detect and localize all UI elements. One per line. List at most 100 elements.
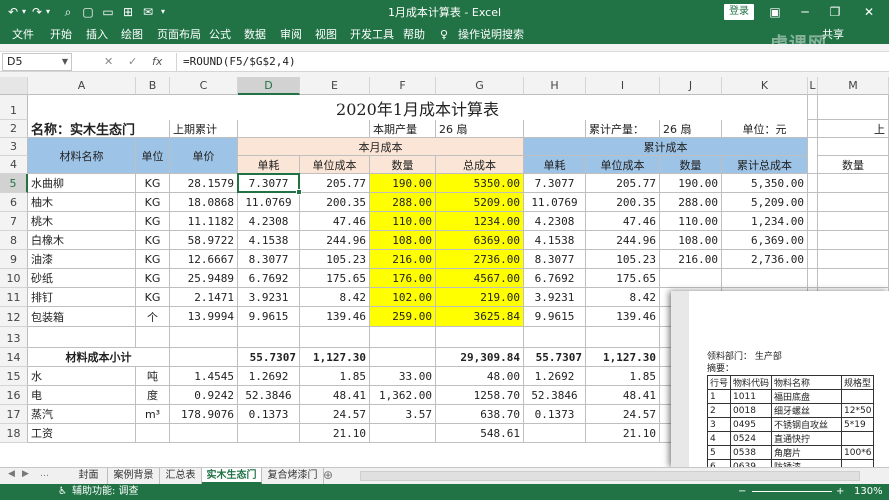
subtotal-unit-cost[interactable]: 1,127.30 bbox=[300, 348, 370, 367]
consumption-cell[interactable]: 6.7692 bbox=[238, 269, 300, 288]
qty-cell[interactable]: 288.00 bbox=[370, 193, 436, 212]
unit-cell[interactable]: KG bbox=[136, 193, 170, 212]
header-cum-cost[interactable]: 累计成本 bbox=[524, 138, 808, 156]
cell[interactable] bbox=[808, 95, 818, 120]
row-header-18[interactable]: 18 bbox=[0, 424, 28, 443]
cell[interactable] bbox=[818, 269, 889, 288]
cell[interactable] bbox=[586, 327, 660, 348]
material-name-cell[interactable]: 包装箱 bbox=[28, 307, 136, 327]
add-sheet-icon[interactable]: ⊕ bbox=[323, 468, 333, 482]
cum-consumption-cell[interactable]: 9.9615 bbox=[524, 307, 586, 327]
zoom-in-button[interactable]: + bbox=[836, 485, 844, 499]
cum-output-label[interactable]: 累计产量： bbox=[586, 120, 660, 138]
tab-formulas[interactable]: 公式 bbox=[209, 27, 231, 43]
unit-cell[interactable]: 个 bbox=[136, 307, 170, 327]
select-all-corner[interactable] bbox=[0, 77, 28, 95]
cell[interactable] bbox=[808, 212, 818, 231]
subtotal-cum-consumption[interactable]: 55.7307 bbox=[524, 348, 586, 367]
cum-unit-cost-cell[interactable]: 24.57 bbox=[586, 405, 660, 424]
cell[interactable] bbox=[818, 250, 889, 269]
cell[interactable] bbox=[808, 269, 818, 288]
row-header-16[interactable]: 16 bbox=[0, 386, 28, 405]
consumption-cell[interactable]: 52.3846 bbox=[238, 386, 300, 405]
redo-icon[interactable]: ↷ bbox=[30, 3, 44, 21]
header-material[interactable]: 材料名称 bbox=[28, 138, 136, 174]
consumption-cell[interactable]: 7.3077 bbox=[238, 174, 300, 193]
cell[interactable] bbox=[818, 95, 889, 120]
total-cost-cell[interactable]: 5209.00 bbox=[436, 193, 524, 212]
price-cell[interactable]: 2.1471 bbox=[170, 288, 238, 307]
zoom-level[interactable]: 130% bbox=[854, 485, 883, 499]
price-cell[interactable]: 12.6667 bbox=[170, 250, 238, 269]
tab-page-layout[interactable]: 页面布局 bbox=[157, 27, 201, 43]
column-header-j[interactable]: J bbox=[660, 77, 722, 95]
unit-cell[interactable]: KG bbox=[136, 231, 170, 250]
cell[interactable]: 上 bbox=[818, 120, 889, 138]
unit-cost-cell[interactable]: 48.41 bbox=[300, 386, 370, 405]
cum-consumption-cell[interactable]: 6.7692 bbox=[524, 269, 586, 288]
price-cell[interactable]: 25.9489 bbox=[170, 269, 238, 288]
tab-home[interactable]: 开始 bbox=[50, 27, 72, 43]
column-header-b[interactable]: B bbox=[136, 77, 170, 95]
cum-unit-cost-cell[interactable]: 8.42 bbox=[586, 288, 660, 307]
total-cost-cell[interactable]: 219.00 bbox=[436, 288, 524, 307]
cell[interactable] bbox=[818, 231, 889, 250]
cell[interactable] bbox=[818, 193, 889, 212]
unit-cost-cell[interactable]: 205.77 bbox=[300, 174, 370, 193]
email-icon[interactable]: ✉ bbox=[140, 3, 156, 21]
header-cum-unit-cost[interactable]: 单位成本 bbox=[586, 156, 660, 174]
price-cell[interactable]: 13.9994 bbox=[170, 307, 238, 327]
tab-view[interactable]: 视图 bbox=[315, 27, 337, 43]
row-header-2[interactable]: 2 bbox=[0, 120, 28, 138]
tell-me-search[interactable]: 操作说明搜索 bbox=[458, 27, 524, 43]
total-cost-cell[interactable]: 6369.00 bbox=[436, 231, 524, 250]
cell[interactable] bbox=[808, 250, 818, 269]
prev-sheet-icon[interactable]: ◀ bbox=[8, 469, 15, 479]
sheet-tab[interactable]: 复合烤漆门 bbox=[262, 468, 324, 484]
sheet-menu-icon[interactable]: … bbox=[40, 469, 49, 479]
unit-cost-cell[interactable]: 47.46 bbox=[300, 212, 370, 231]
header-cum-total-cost[interactable]: 累计总成本 bbox=[722, 156, 808, 174]
cur-output-label[interactable]: 本期产量 bbox=[370, 120, 436, 138]
material-name-cell[interactable]: 白橡木 bbox=[28, 231, 136, 250]
cum-unit-cost-cell[interactable]: 1.85 bbox=[586, 367, 660, 386]
table-icon[interactable]: ⊞ bbox=[120, 3, 136, 21]
cum-total-cost-cell[interactable]: 2,736.00 bbox=[722, 250, 808, 269]
unit-cost-cell[interactable]: 24.57 bbox=[300, 405, 370, 424]
undo-dropdown-icon[interactable]: ▾ bbox=[20, 3, 28, 21]
total-cost-cell[interactable]: 2736.00 bbox=[436, 250, 524, 269]
lightbulb-icon[interactable]: ♀ bbox=[440, 27, 448, 43]
cell[interactable] bbox=[28, 327, 136, 348]
accessibility-status[interactable]: 辅助功能: 调查 bbox=[72, 485, 139, 499]
row-header-12[interactable]: 12 bbox=[0, 307, 28, 327]
product-name-cell[interactable]: 名称：实木生态门 bbox=[28, 120, 170, 138]
close-icon[interactable]: ✕ bbox=[857, 2, 881, 22]
sheet-tab[interactable]: 实木生态门 bbox=[202, 468, 262, 484]
column-header-c[interactable]: C bbox=[170, 77, 238, 95]
prev-total-label[interactable]: 上期累计 bbox=[170, 120, 238, 138]
row-header-4[interactable]: 4 bbox=[0, 156, 28, 174]
expense-name-cell[interactable]: 电 bbox=[28, 386, 136, 405]
cum-consumption-cell[interactable]: 0.1373 bbox=[524, 405, 586, 424]
qty-cell[interactable]: 108.00 bbox=[370, 231, 436, 250]
login-button[interactable]: 登录 bbox=[724, 4, 754, 20]
header-cum-consumption[interactable]: 单耗 bbox=[524, 156, 586, 174]
row-header-13[interactable]: 13 bbox=[0, 327, 28, 348]
form-icon[interactable]: ▭ bbox=[100, 3, 116, 21]
qty-cell[interactable]: 259.00 bbox=[370, 307, 436, 327]
cell[interactable] bbox=[370, 348, 436, 367]
price-cell[interactable] bbox=[170, 424, 238, 443]
sheet-title[interactable]: 2020年1月成本计算表 bbox=[28, 95, 808, 120]
consumption-cell[interactable] bbox=[238, 424, 300, 443]
unit-cost-cell[interactable]: 200.35 bbox=[300, 193, 370, 212]
header-price[interactable]: 单价 bbox=[170, 138, 238, 174]
unit-cell[interactable]: KG bbox=[136, 212, 170, 231]
cum-total-cost-cell[interactable]: 6,369.00 bbox=[722, 231, 808, 250]
unit-cell[interactable]: KG bbox=[136, 174, 170, 193]
new-file-icon[interactable]: ▢ bbox=[80, 3, 96, 21]
cell[interactable] bbox=[238, 327, 300, 348]
cum-consumption-cell[interactable]: 7.3077 bbox=[524, 174, 586, 193]
tab-insert[interactable]: 插入 bbox=[86, 27, 108, 43]
cum-consumption-cell[interactable]: 8.3077 bbox=[524, 250, 586, 269]
horizontal-scrollbar[interactable] bbox=[360, 471, 860, 481]
